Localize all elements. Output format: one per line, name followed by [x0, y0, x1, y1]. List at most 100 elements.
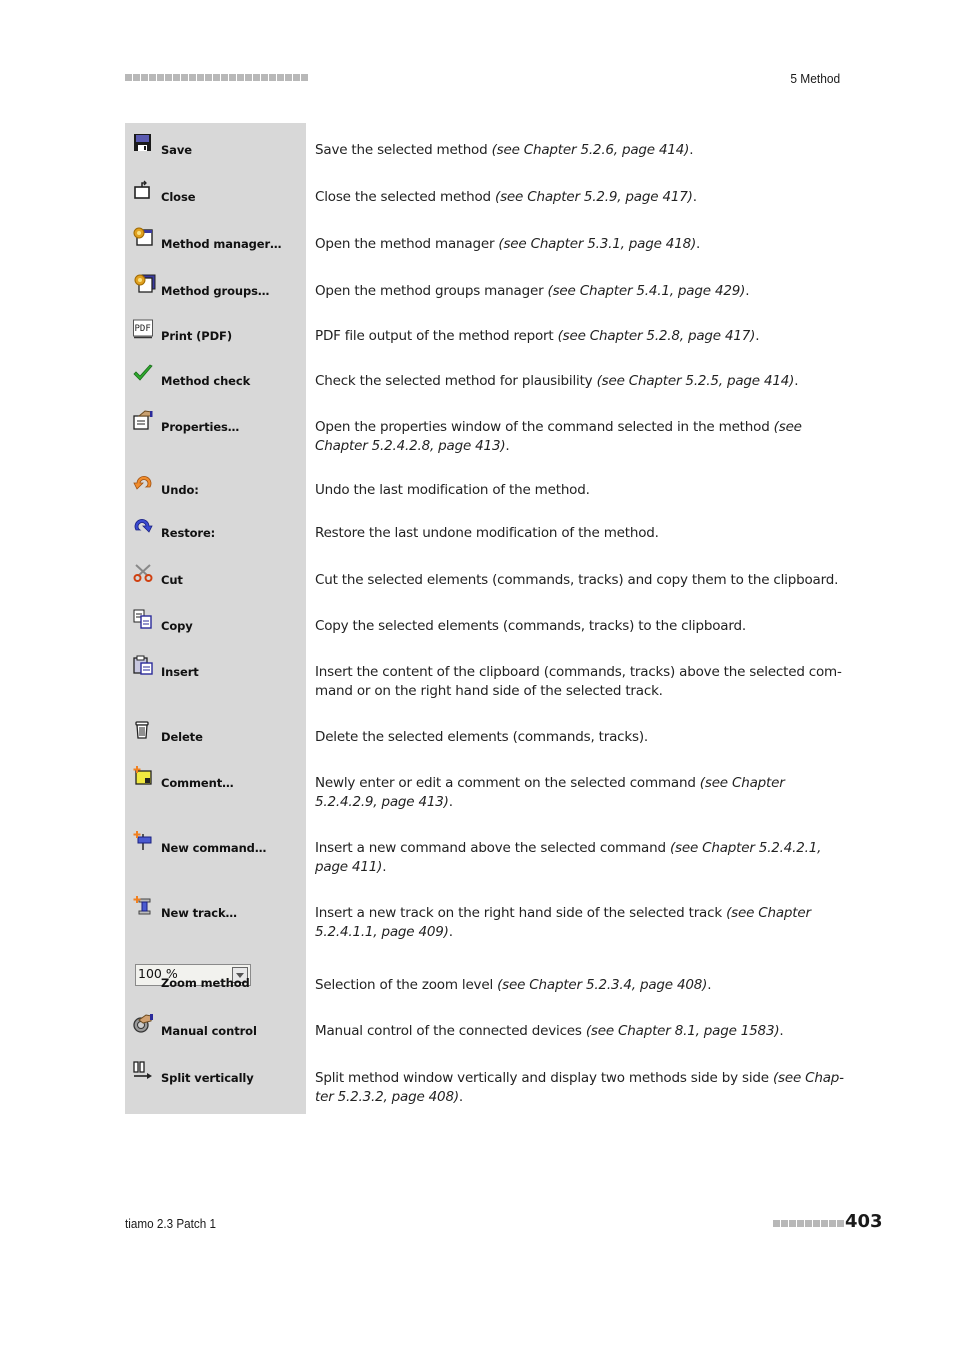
- running-header-chapter: 5 Method: [790, 71, 840, 86]
- decor-square: [781, 1220, 788, 1227]
- decor-square: [773, 1220, 780, 1227]
- description: Delete the selected elements (commands, …: [315, 729, 648, 745]
- properties-icon: [133, 410, 153, 430]
- label: Cut: [161, 573, 183, 587]
- close-icon: [134, 180, 150, 199]
- toolbar-button-method-groups[interactable]: Method groups…: [133, 274, 308, 298]
- restore-icon: [134, 519, 153, 533]
- zoom-method-control[interactable]: 100 % Zoom method: [125, 964, 300, 990]
- manual-control-icon: [133, 1014, 153, 1033]
- decor-square: [301, 74, 308, 81]
- description: Undo the last modification of the method…: [315, 482, 590, 498]
- label: Print (PDF): [161, 329, 232, 343]
- label: New command…: [161, 841, 267, 855]
- toolbar-button-split-vertically[interactable]: Split vertically: [133, 1061, 308, 1085]
- decor-square: [261, 74, 268, 81]
- toolbar-button-properties[interactable]: Properties…: [133, 410, 308, 434]
- description: Split method window vertically and displ…: [315, 1070, 844, 1105]
- decor-square: [813, 1220, 820, 1227]
- decor-square: [829, 1220, 836, 1227]
- decor-square: [253, 74, 260, 81]
- decor-square: [149, 74, 156, 81]
- decor-square: [125, 74, 132, 81]
- pdf-icon: PDF: [133, 319, 153, 339]
- copy-icon: [133, 609, 152, 629]
- label: Save: [161, 143, 192, 157]
- label: Undo:: [161, 483, 199, 497]
- label: Copy: [161, 619, 193, 633]
- decor-square: [205, 74, 212, 81]
- description: Insert the content of the clipboard (com…: [315, 664, 842, 699]
- description: Check the selected method for plausibili…: [315, 373, 799, 389]
- method-groups-icon: [134, 274, 156, 293]
- split-vertically-icon: [133, 1061, 152, 1079]
- label: Insert: [161, 665, 199, 679]
- footer-decoration: [773, 1220, 844, 1227]
- description: Newly enter or edit a comment on the sel…: [315, 775, 785, 810]
- decor-square: [237, 74, 244, 81]
- toolbar-button-manual-control[interactable]: Manual control: [133, 1014, 308, 1038]
- decor-square: [277, 74, 284, 81]
- label: Split vertically: [161, 1071, 254, 1085]
- decor-square: [157, 74, 164, 81]
- delete-icon: [135, 721, 149, 739]
- decor-square: [789, 1220, 796, 1227]
- description: Insert a new command above the selected …: [315, 840, 822, 875]
- toolbar-button-undo[interactable]: Undo:: [133, 473, 308, 497]
- description: Save the selected method (see Chapter 5.…: [315, 142, 694, 158]
- toolbar-button-comment[interactable]: Comment…: [133, 766, 308, 790]
- method-manager-icon: [133, 227, 153, 246]
- label: Method groups…: [161, 284, 270, 298]
- toolbar-button-new-command[interactable]: New command…: [133, 831, 308, 855]
- decor-square: [173, 74, 180, 81]
- toolbar-button-close[interactable]: Close: [133, 180, 308, 204]
- decor-square: [141, 74, 148, 81]
- decor-square: [181, 74, 188, 81]
- decor-square: [165, 74, 172, 81]
- toolbar-button-delete[interactable]: Delete: [133, 720, 308, 744]
- decor-square: [221, 74, 228, 81]
- description: Manual control of the connected devices …: [315, 1023, 784, 1039]
- decor-square: [837, 1220, 844, 1227]
- toolbar-button-copy[interactable]: Copy: [133, 609, 308, 633]
- decor-square: [213, 74, 220, 81]
- description: Restore the last undone modification of …: [315, 525, 659, 541]
- label: Properties…: [161, 420, 240, 434]
- toolbar-button-cut[interactable]: Cut: [133, 563, 308, 587]
- description: Open the method groups manager (see Chap…: [315, 283, 750, 299]
- decor-square: [269, 74, 276, 81]
- decor-square: [285, 74, 292, 81]
- label: New track…: [161, 906, 237, 920]
- decor-square: [797, 1220, 804, 1227]
- label: Delete: [161, 730, 203, 744]
- label: Comment…: [161, 776, 234, 790]
- cut-icon: [133, 564, 153, 582]
- save-icon: [134, 134, 151, 151]
- toolbar-button-new-track[interactable]: New track…: [133, 896, 308, 920]
- toolbar-button-method-manager[interactable]: Method manager…: [133, 227, 308, 251]
- label: Close: [161, 190, 196, 204]
- undo-icon: [133, 476, 152, 490]
- decor-square: [189, 74, 196, 81]
- description: Insert a new track on the right hand sid…: [315, 905, 811, 940]
- decor-square: [805, 1220, 812, 1227]
- toolbar-button-print-pdf[interactable]: PDF Print (PDF): [133, 319, 308, 343]
- check-icon: [133, 364, 153, 381]
- header-decoration: [125, 74, 308, 81]
- toolbar-button-insert[interactable]: Insert: [133, 655, 308, 679]
- description: Open the method manager (see Chapter 5.3…: [315, 236, 701, 252]
- decor-square: [229, 74, 236, 81]
- new-command-icon: [133, 831, 152, 850]
- decor-square: [197, 74, 204, 81]
- comment-icon: [133, 766, 152, 785]
- toolbar-button-restore[interactable]: Restore:: [133, 516, 308, 540]
- decor-square: [133, 74, 140, 81]
- decor-square: [245, 74, 252, 81]
- toolbar-button-method-check[interactable]: Method check: [133, 364, 308, 388]
- toolbar-button-save[interactable]: Save: [133, 133, 308, 157]
- description: Copy the selected elements (commands, tr…: [315, 618, 746, 634]
- label: Zoom method: [161, 976, 250, 990]
- label: Method manager…: [161, 237, 282, 251]
- insert-icon: [133, 655, 153, 675]
- description: PDF file output of the method report (se…: [315, 328, 760, 344]
